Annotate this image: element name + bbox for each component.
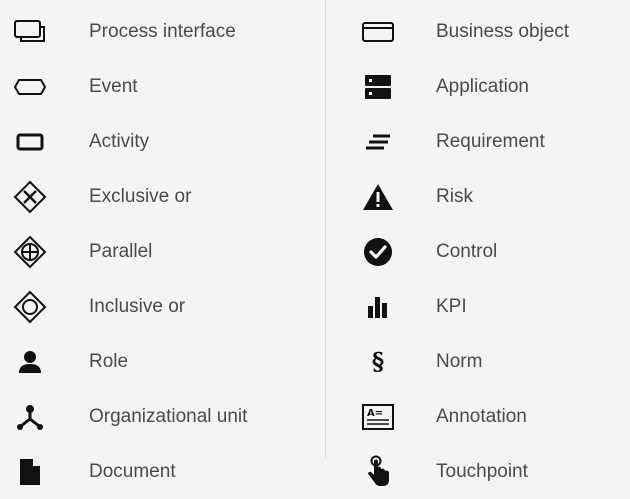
palette-item-label: Organizational unit <box>89 405 248 427</box>
application-icon <box>360 69 396 105</box>
palette-item-role[interactable]: Role <box>12 334 317 389</box>
palette-item-label: Activity <box>89 130 150 152</box>
palette-item-risk[interactable]: Risk <box>360 169 625 224</box>
palette-item-label: Touchpoint <box>436 460 528 482</box>
palette-column-right: Business object Application Requirement … <box>360 4 625 499</box>
palette-item-organizational-unit[interactable]: Organizational unit <box>12 389 317 444</box>
parallel-icon <box>12 234 48 270</box>
palette-item-label: Risk <box>436 185 473 207</box>
palette-column-left: Process interface Event Activity Exclusi… <box>12 4 317 499</box>
palette-item-label: Control <box>436 240 498 262</box>
organizational-unit-icon <box>12 399 48 435</box>
kpi-icon <box>360 289 396 325</box>
palette-item-application[interactable]: Application <box>360 59 625 114</box>
palette-item-label: Annotation <box>436 405 527 427</box>
role-icon <box>12 344 48 380</box>
annotation-glyph: A= <box>367 408 383 419</box>
palette-item-activity[interactable]: Activity <box>12 114 317 169</box>
column-divider <box>325 0 326 458</box>
palette-item-requirement[interactable]: Requirement <box>360 114 625 169</box>
control-icon <box>360 234 396 270</box>
norm-icon: § <box>371 347 385 376</box>
palette-item-label: Process interface <box>89 20 236 42</box>
palette-item-parallel[interactable]: Parallel <box>12 224 317 279</box>
palette-item-label: Document <box>89 460 176 482</box>
shape-palette: Process interface Event Activity Exclusi… <box>0 0 630 489</box>
palette-item-label: Norm <box>436 350 483 372</box>
palette-item-control[interactable]: Control <box>360 224 625 279</box>
palette-item-event[interactable]: Event <box>12 59 317 114</box>
palette-item-business-object[interactable]: Business object <box>360 4 625 59</box>
annotation-icon: A= <box>360 399 396 435</box>
palette-item-label: Requirement <box>436 130 545 152</box>
inclusive-or-icon <box>12 289 48 325</box>
exclusive-or-icon <box>12 179 48 215</box>
business-object-icon <box>360 14 396 50</box>
risk-icon <box>360 179 396 215</box>
palette-item-label: Parallel <box>89 240 153 262</box>
process-interface-icon <box>12 14 48 50</box>
palette-item-kpi[interactable]: KPI <box>360 279 625 334</box>
palette-item-label: KPI <box>436 295 467 317</box>
palette-item-touchpoint[interactable]: Touchpoint <box>360 444 625 499</box>
palette-item-norm[interactable]: § Norm <box>360 334 625 389</box>
palette-item-document[interactable]: Document <box>12 444 317 499</box>
palette-item-inclusive-or[interactable]: Inclusive or <box>12 279 317 334</box>
document-icon <box>12 454 48 490</box>
requirement-icon <box>360 124 396 160</box>
palette-item-exclusive-or[interactable]: Exclusive or <box>12 169 317 224</box>
palette-item-label: Business object <box>436 20 570 42</box>
palette-item-label: Event <box>89 75 138 97</box>
activity-icon <box>12 124 48 160</box>
palette-item-label: Application <box>436 75 529 97</box>
event-icon <box>12 69 48 105</box>
palette-item-annotation[interactable]: A= Annotation <box>360 389 625 444</box>
palette-item-label: Inclusive or <box>89 295 186 317</box>
palette-item-process-interface[interactable]: Process interface <box>12 4 317 59</box>
palette-item-label: Exclusive or <box>89 185 192 207</box>
palette-item-label: Role <box>89 350 129 372</box>
touchpoint-icon <box>360 454 396 490</box>
